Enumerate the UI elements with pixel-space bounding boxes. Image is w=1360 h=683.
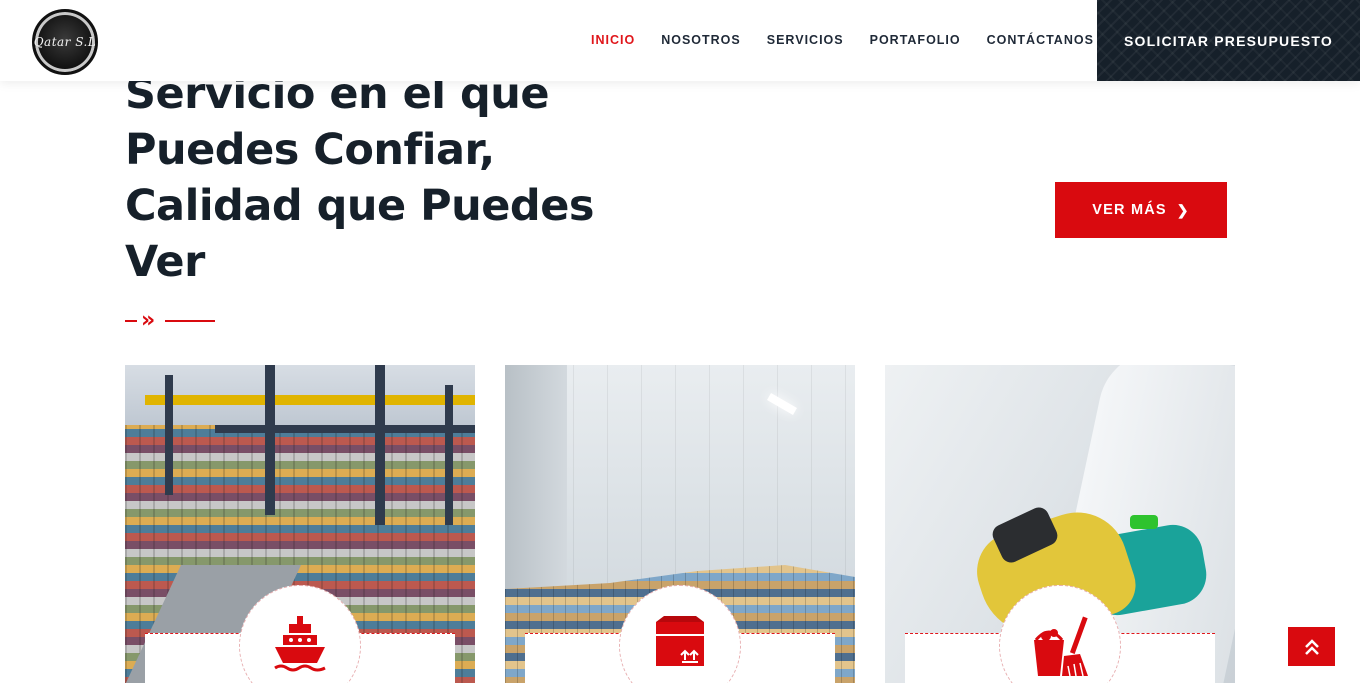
double-chevron-right-icon: »	[141, 308, 156, 333]
section-divider: »	[125, 308, 217, 333]
headline-line-4: Ver	[125, 237, 205, 287]
service-card-storage[interactable]	[505, 365, 855, 683]
request-quote-button[interactable]: SOLICITAR PRESUPUESTO	[1097, 0, 1360, 81]
nav-item-inicio[interactable]: INICIO	[591, 33, 635, 47]
nav-item-portafolio[interactable]: PORTAFOLIO	[870, 33, 961, 47]
hero-headline: Servicio en el que Puedes Confiar, Calid…	[125, 66, 645, 290]
package-box-icon	[656, 616, 704, 666]
headline-line-3: Calidad que Puedes	[125, 181, 594, 231]
ver-mas-button[interactable]: VER MÁS ❯	[1055, 182, 1227, 238]
scroll-to-top-button[interactable]	[1288, 627, 1335, 666]
site-header: Qatar S.L INICIO NOSOTROS SERVICIOS PORT…	[0, 0, 1360, 81]
bucket-broom-icon	[1034, 616, 1088, 677]
logo-text: Qatar S.L	[33, 35, 97, 49]
double-chevron-up-icon	[1304, 638, 1319, 655]
company-logo[interactable]: Qatar S.L	[32, 9, 98, 75]
ver-mas-label: VER MÁS	[1092, 202, 1167, 218]
nav-item-nosotros[interactable]: NOSOTROS	[661, 33, 741, 47]
headline-line-2: Puedes Confiar,	[125, 125, 495, 175]
divider-line-long	[165, 320, 215, 322]
request-quote-label: SOLICITAR PRESUPUESTO	[1123, 32, 1334, 49]
main-nav: INICIO NOSOTROS SERVICIOS PORTAFOLIO CON…	[591, 33, 1120, 47]
service-card-shipping[interactable]	[125, 365, 475, 683]
service-card-cleaning[interactable]	[885, 365, 1235, 683]
chevron-right-icon: ❯	[1176, 201, 1190, 218]
ship-icon	[274, 616, 326, 672]
nav-item-servicios[interactable]: SERVICIOS	[767, 33, 844, 47]
nav-item-contactanos[interactable]: CONTÁCTANOS	[987, 33, 1094, 47]
divider-line-short	[125, 320, 137, 322]
